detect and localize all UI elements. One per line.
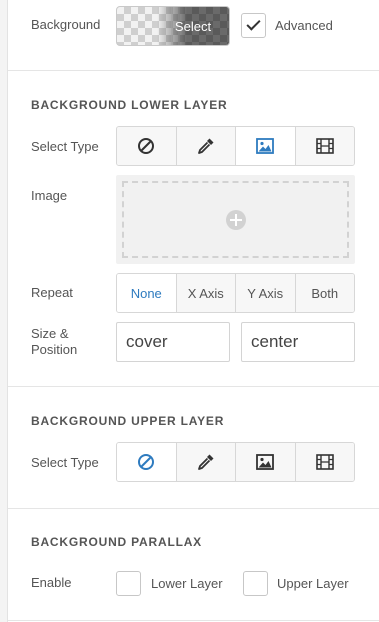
lower-type-color-option[interactable] xyxy=(176,127,236,165)
upper-type-selector xyxy=(116,442,355,482)
size-position-label-line1: Size & xyxy=(31,326,69,341)
lower-type-none-option[interactable] xyxy=(117,127,177,165)
enable-label: Enable xyxy=(31,575,72,590)
lower-layer-title: BACKGROUND LOWER LAYER xyxy=(31,98,228,112)
upper-select-type-label: Select Type xyxy=(31,455,99,470)
lower-type-video-option[interactable] xyxy=(295,127,354,165)
repeat-label: Repeat xyxy=(31,285,73,300)
eyedropper-icon xyxy=(197,454,214,470)
upper-layer-title: BACKGROUND UPPER LAYER xyxy=(31,414,225,428)
image-dropzone-border xyxy=(122,181,349,258)
divider xyxy=(8,70,379,71)
upper-type-image-option[interactable] xyxy=(236,443,296,481)
film-icon xyxy=(315,454,334,470)
image-dropzone[interactable] xyxy=(116,175,355,264)
film-icon xyxy=(315,138,334,154)
position-input[interactable]: center xyxy=(241,322,355,362)
repeat-option-y-axis[interactable]: Y Axis xyxy=(236,274,296,312)
size-position-label-line2: Position xyxy=(31,342,78,357)
lower-type-selector xyxy=(116,126,355,166)
checkmark-icon xyxy=(246,16,261,31)
background-settings-panel: Background Select Advanced BACKGROUND LO… xyxy=(8,0,379,622)
lower-select-type-label: Select Type xyxy=(31,139,99,154)
parallax-title: BACKGROUND PARALLAX xyxy=(31,535,202,549)
divider xyxy=(8,508,379,509)
background-label: Background xyxy=(31,17,101,32)
none-icon xyxy=(138,138,155,154)
repeat-selector: None X Axis Y Axis Both xyxy=(116,273,355,313)
repeat-option-none[interactable]: None xyxy=(117,274,177,312)
eyedropper-icon xyxy=(197,138,214,154)
advanced-checkbox[interactable] xyxy=(241,13,266,38)
upper-type-video-option[interactable] xyxy=(295,443,354,481)
none-icon xyxy=(138,454,155,470)
background-select-button[interactable]: Select xyxy=(116,6,230,46)
parallax-upper-layer-label: Upper Layer xyxy=(277,576,349,591)
background-select-label: Select xyxy=(174,18,212,34)
image-label: Image xyxy=(31,188,68,203)
add-icon xyxy=(225,209,246,230)
repeat-option-x-axis[interactable]: X Axis xyxy=(176,274,236,312)
upper-type-color-option[interactable] xyxy=(176,443,236,481)
image-icon xyxy=(256,454,275,470)
left-panel-edge xyxy=(0,0,8,622)
advanced-label: Advanced xyxy=(275,18,333,33)
divider xyxy=(8,386,379,387)
parallax-upper-layer-checkbox[interactable] xyxy=(243,571,268,596)
lower-type-image-option[interactable] xyxy=(236,127,296,165)
repeat-option-both[interactable]: Both xyxy=(295,274,354,312)
size-input[interactable]: cover xyxy=(116,322,230,362)
parallax-lower-layer-checkbox[interactable] xyxy=(116,571,141,596)
image-icon xyxy=(256,138,275,154)
upper-type-none-option[interactable] xyxy=(117,443,177,481)
divider xyxy=(8,620,379,621)
parallax-lower-layer-label: Lower Layer xyxy=(151,576,223,591)
